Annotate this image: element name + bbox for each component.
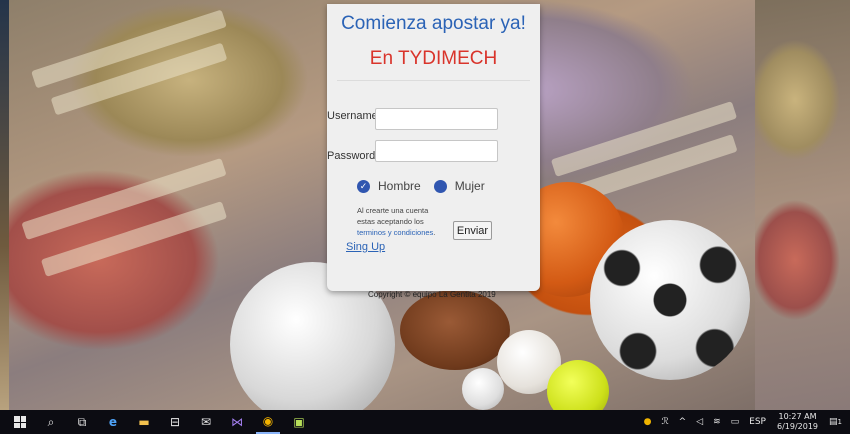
submit-button[interactable]: Enviar xyxy=(453,221,492,240)
page-title: Comienza apostar ya! xyxy=(341,13,526,34)
terms-period: . xyxy=(433,228,436,237)
signup-link[interactable]: Sing Up xyxy=(346,241,385,253)
app-icon[interactable]: ▣ xyxy=(287,410,311,434)
notification-icon[interactable]: ▤ 1 xyxy=(829,417,842,427)
people-icon[interactable]: ℛ xyxy=(661,417,668,427)
clock-time: 10:27 AM xyxy=(778,412,817,421)
radio-hombre[interactable]: ✓ xyxy=(357,179,370,193)
copyright-text: Copyright © equipo La Gentita 2019 xyxy=(368,290,496,299)
search-icon[interactable]: ⌕ xyxy=(39,410,63,434)
gender-radio-group: ✓ Hombre Mujer xyxy=(357,179,498,193)
wifi-icon[interactable]: ≋ xyxy=(713,417,721,427)
divider xyxy=(337,80,530,81)
password-label: Password: xyxy=(327,150,379,162)
language-indicator[interactable]: ESP xyxy=(749,417,766,427)
signup-panel: Comienza apostar ya! En TYDIMECH Usernam… xyxy=(327,4,540,291)
terms-link[interactable]: terminos y condiciones xyxy=(357,228,433,237)
terms-intro: Al crearte una cuenta estas aceptando lo… xyxy=(357,206,429,226)
battery-icon[interactable]: ▭ xyxy=(731,417,740,427)
password-input[interactable] xyxy=(375,140,498,162)
windows-logo-icon xyxy=(14,416,26,428)
browser-viewport: Comienza apostar ya! En TYDIMECH Usernam… xyxy=(0,0,850,410)
file-explorer-icon[interactable]: ▬ xyxy=(132,410,156,434)
radio-hombre-label: Hombre xyxy=(378,179,421,193)
edge-browser-icon[interactable]: e xyxy=(101,410,125,434)
clock-date: 6/19/2019 xyxy=(776,422,819,431)
mail-icon[interactable]: ✉ xyxy=(194,410,218,434)
windows-taskbar: ⌕ ⧉ e ▬ ⊟ ✉ ⋈ ◉ ▣ ● ℛ ^ ◁ ≋ ▭ ESP 10:27 … xyxy=(0,410,850,434)
soccer-ball-image xyxy=(590,220,750,380)
visual-studio-icon[interactable]: ⋈ xyxy=(225,410,249,434)
golf-ball-image xyxy=(462,368,504,410)
volume-icon[interactable]: ◁ xyxy=(696,417,703,427)
football-image xyxy=(400,290,510,370)
username-label: Username xyxy=(327,110,378,122)
start-button[interactable] xyxy=(8,410,32,434)
terms-text: Al crearte una cuenta estas aceptando lo… xyxy=(357,205,447,238)
system-tray: ● ℛ ^ ◁ ≋ ▭ ESP 10:27 AM 6/19/2019 ▤ 1 xyxy=(639,410,850,434)
chevron-up-icon[interactable]: ^ xyxy=(679,417,687,427)
chrome-icon[interactable]: ◉ xyxy=(256,410,280,434)
radio-mujer[interactable] xyxy=(433,179,447,193)
background-image-right xyxy=(755,0,850,410)
notification-count: 1 xyxy=(837,418,842,426)
clock[interactable]: 10:27 AM 6/19/2019 xyxy=(777,412,818,432)
username-input[interactable] xyxy=(375,108,498,130)
radio-mujer-label: Mujer xyxy=(454,179,485,193)
task-view-icon[interactable]: ⧉ xyxy=(70,410,94,434)
brand-subtitle: En TYDIMECH xyxy=(369,48,498,69)
background-image-left xyxy=(0,0,9,410)
store-icon[interactable]: ⊟ xyxy=(163,410,187,434)
avatar[interactable]: ● xyxy=(644,417,652,427)
